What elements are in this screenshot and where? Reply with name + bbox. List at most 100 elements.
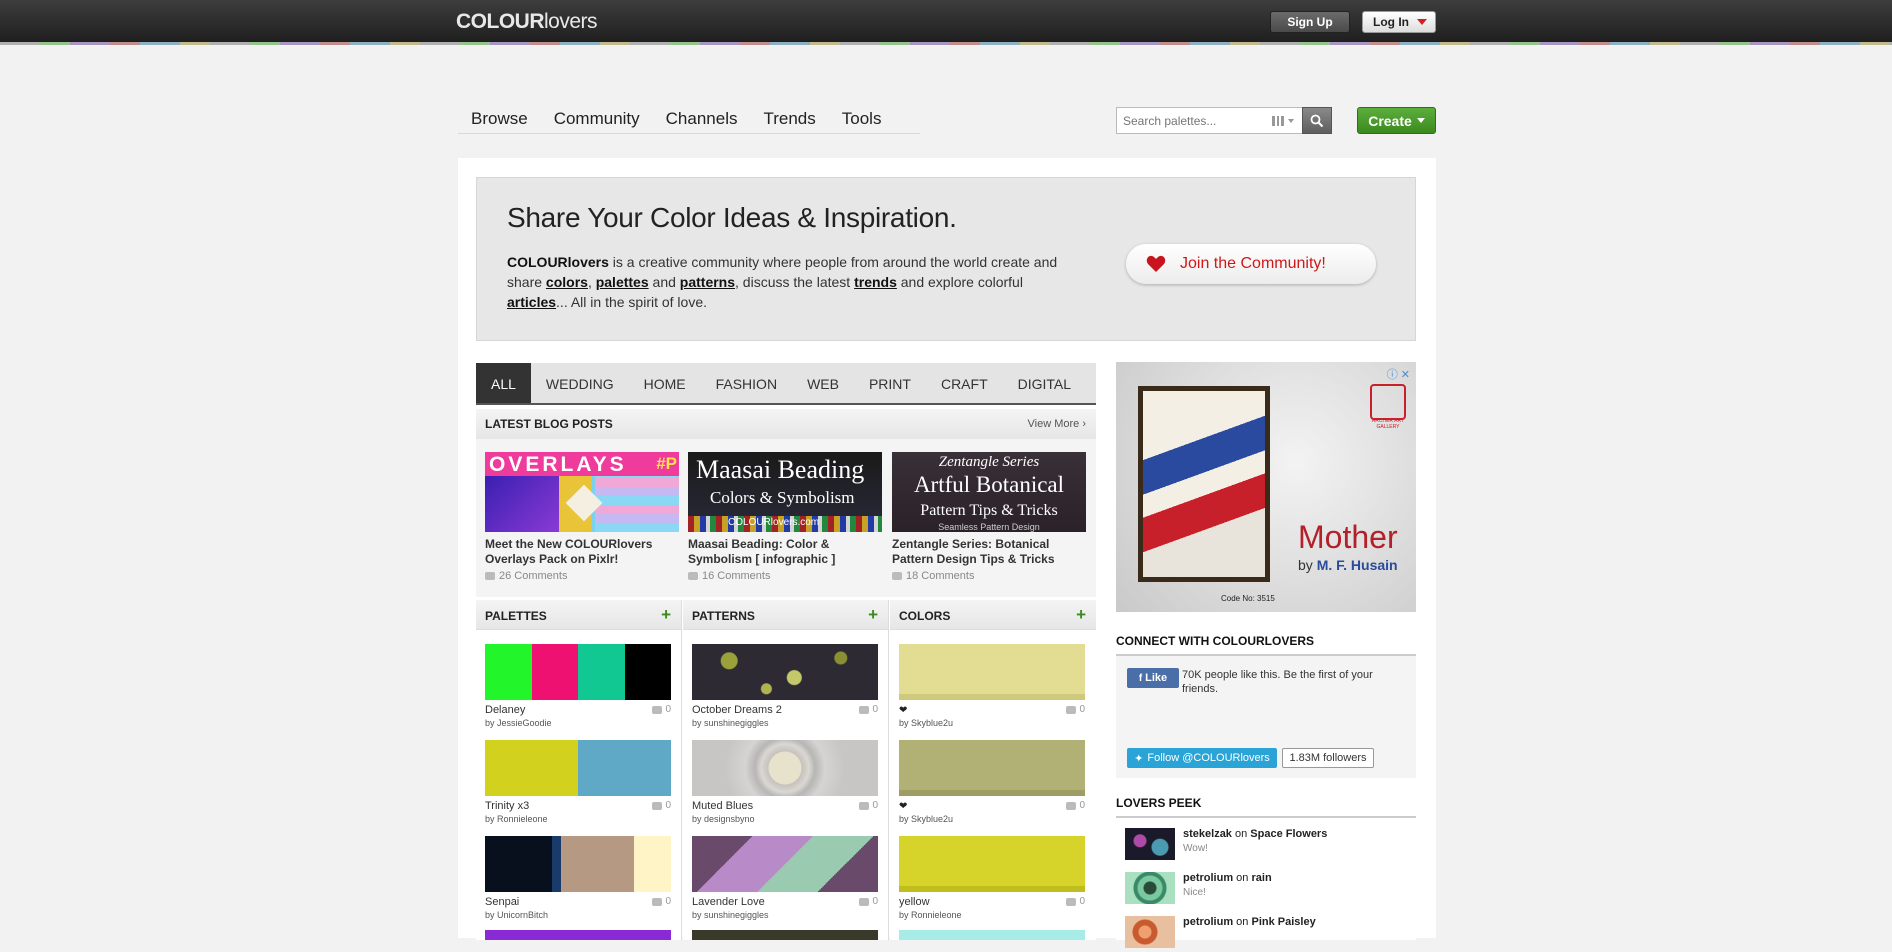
comment-count[interactable]: 0 xyxy=(859,800,878,811)
peek-target[interactable]: Pink Paisley xyxy=(1251,916,1315,928)
pattern-swatch[interactable] xyxy=(692,644,878,700)
list-item[interactable]: petrolium on Pink Paisley xyxy=(1125,916,1415,952)
link-trends[interactable]: trends xyxy=(854,274,897,290)
post-image[interactable]: Zentangle Series Artful Botanical Patter… xyxy=(892,452,1086,532)
twitter-follow-button[interactable]: ✦ Follow @COLOURlovers xyxy=(1127,748,1277,768)
peek-thumbnail[interactable] xyxy=(1125,872,1175,904)
post-image[interactable]: Maasai Beading Colors & Symbolism COLOUR… xyxy=(688,452,882,532)
search-type-icon[interactable] xyxy=(1272,116,1295,126)
item-name[interactable]: October Dreams 2 xyxy=(692,704,782,716)
patterns-heading[interactable]: PATTERNS xyxy=(692,609,755,623)
facebook-like-button[interactable]: f Like xyxy=(1127,668,1179,688)
palette-swatch[interactable] xyxy=(485,740,671,796)
blog-post[interactable]: OVERLAYS #P Meet the New COLOURlovers Ov… xyxy=(485,452,679,582)
palettes-heading[interactable]: PALETTES xyxy=(485,609,547,623)
pattern-swatch[interactable] xyxy=(692,930,878,940)
signup-button[interactable]: Sign Up xyxy=(1270,11,1350,33)
peek-user[interactable]: stekelzak xyxy=(1183,828,1232,840)
twitter-follower-count[interactable]: 1.83M followers xyxy=(1282,748,1374,768)
tab-wedding[interactable]: WEDDING xyxy=(531,363,629,403)
link-articles[interactable]: articles xyxy=(507,294,556,310)
peek-user[interactable]: petrolium xyxy=(1183,872,1233,884)
list-item[interactable]: Senpai 0 by UnicornBitch xyxy=(485,836,671,920)
item-name[interactable]: Lavender Love xyxy=(692,896,765,908)
item-name[interactable]: ❤ xyxy=(899,704,907,716)
item-author[interactable]: by sunshinegiggles xyxy=(692,910,878,920)
item-name[interactable]: Trinity x3 xyxy=(485,800,529,812)
ad-info-icon[interactable]: ⓘ ✕ xyxy=(1387,366,1410,382)
comment-count[interactable]: 0 xyxy=(1066,800,1085,811)
peek-thumbnail[interactable] xyxy=(1125,828,1175,860)
color-swatch[interactable] xyxy=(899,644,1085,700)
tab-print[interactable]: PRINT xyxy=(854,363,926,403)
create-button[interactable]: Create xyxy=(1357,107,1436,134)
item-author[interactable]: by designsbyno xyxy=(692,814,878,824)
color-swatch[interactable] xyxy=(899,930,1085,940)
post-title[interactable]: Meet the New COLOURlovers Overlays Pack … xyxy=(485,537,679,567)
nav-item-trends[interactable]: Trends xyxy=(750,108,828,133)
item-author[interactable]: by Ronnieleone xyxy=(899,910,1085,920)
palette-swatch[interactable] xyxy=(485,644,671,700)
link-palettes[interactable]: palettes xyxy=(596,274,649,290)
tab-all[interactable]: ALL xyxy=(476,363,531,403)
tab-fashion[interactable]: FASHION xyxy=(701,363,792,403)
list-item[interactable]: Lavender Love 0 by sunshinegiggles xyxy=(692,836,878,920)
color-swatch[interactable] xyxy=(899,836,1085,892)
item-name[interactable]: ❤ xyxy=(899,800,907,812)
tab-home[interactable]: HOME xyxy=(629,363,701,403)
join-community-button[interactable]: Join the Community! xyxy=(1126,244,1376,284)
item-name[interactable]: yellow xyxy=(899,896,930,908)
blog-post[interactable]: Zentangle Series Artful Botanical Patter… xyxy=(892,452,1086,582)
nav-item-channels[interactable]: Channels xyxy=(653,108,751,133)
item-author[interactable]: by Ronnieleone xyxy=(485,814,671,824)
palette-swatch[interactable] xyxy=(485,930,671,940)
list-item[interactable]: yellow 0 by Ronnieleone xyxy=(899,836,1085,920)
link-colors[interactable]: colors xyxy=(546,274,588,290)
comment-count[interactable]: 0 xyxy=(652,704,671,715)
post-image[interactable]: OVERLAYS #P xyxy=(485,452,679,532)
blog-post[interactable]: Maasai Beading Colors & Symbolism COLOUR… xyxy=(688,452,882,582)
add-pattern-button[interactable]: + xyxy=(868,605,878,625)
site-logo[interactable]: COLOURlovers xyxy=(456,10,598,34)
item-name[interactable]: Muted Blues xyxy=(692,800,753,812)
post-title[interactable]: Zentangle Series: Botanical Pattern Desi… xyxy=(892,537,1086,567)
palette-swatch[interactable] xyxy=(485,836,671,892)
tab-craft[interactable]: CRAFT xyxy=(926,363,1003,403)
list-item[interactable]: ❤ 0 by Skyblue2u xyxy=(899,740,1085,824)
comment-count[interactable]: 0 xyxy=(652,800,671,811)
advertisement[interactable]: ⓘ ✕ ARCHER ART GALLERY Mother by M. F. H… xyxy=(1116,362,1416,612)
peek-user[interactable]: petrolium xyxy=(1183,916,1233,928)
list-item[interactable]: stekelzak on Space Flowers Wow! xyxy=(1125,828,1415,864)
list-item[interactable]: October Dreams 2 0 by sunshinegiggles xyxy=(692,644,878,728)
login-button[interactable]: Log In xyxy=(1362,11,1436,33)
post-title[interactable]: Maasai Beading: Color & Symbolism [ info… xyxy=(688,537,882,567)
list-item[interactable]: Trinity x3 0 by Ronnieleone xyxy=(485,740,671,824)
post-comments[interactable]: 18 Comments xyxy=(892,570,1086,582)
pattern-swatch[interactable] xyxy=(692,836,878,892)
tab-web[interactable]: WEB xyxy=(792,363,854,403)
list-item[interactable]: petrolium on rain Nice! xyxy=(1125,872,1415,908)
nav-item-browse[interactable]: Browse xyxy=(458,108,541,133)
color-swatch[interactable] xyxy=(899,740,1085,796)
nav-item-community[interactable]: Community xyxy=(541,108,653,133)
item-author[interactable]: by JessieGoodie xyxy=(485,718,671,728)
peek-target[interactable]: Space Flowers xyxy=(1250,828,1327,840)
comment-count[interactable]: 0 xyxy=(859,896,878,907)
post-comments[interactable]: 26 Comments xyxy=(485,570,679,582)
comment-count[interactable]: 0 xyxy=(1066,896,1085,907)
nav-item-tools[interactable]: Tools xyxy=(829,108,895,133)
list-item[interactable]: ❤ 0 by Skyblue2u xyxy=(899,644,1085,728)
colors-heading[interactable]: COLORS xyxy=(899,609,950,623)
item-author[interactable]: by UnicornBitch xyxy=(485,910,671,920)
comment-count[interactable]: 0 xyxy=(1066,704,1085,715)
peek-target[interactable]: rain xyxy=(1251,872,1271,884)
tab-digital-art[interactable]: DIGITAL ART xyxy=(1003,363,1096,434)
post-comments[interactable]: 16 Comments xyxy=(688,570,882,582)
link-patterns[interactable]: patterns xyxy=(680,274,735,290)
list-item[interactable]: Delaney 0 by JessieGoodie xyxy=(485,644,671,728)
item-name[interactable]: Delaney xyxy=(485,704,525,716)
add-color-button[interactable]: + xyxy=(1076,605,1086,625)
item-author[interactable]: by sunshinegiggles xyxy=(692,718,878,728)
search-input[interactable] xyxy=(1117,108,1257,133)
item-author[interactable]: by Skyblue2u xyxy=(899,814,1085,824)
